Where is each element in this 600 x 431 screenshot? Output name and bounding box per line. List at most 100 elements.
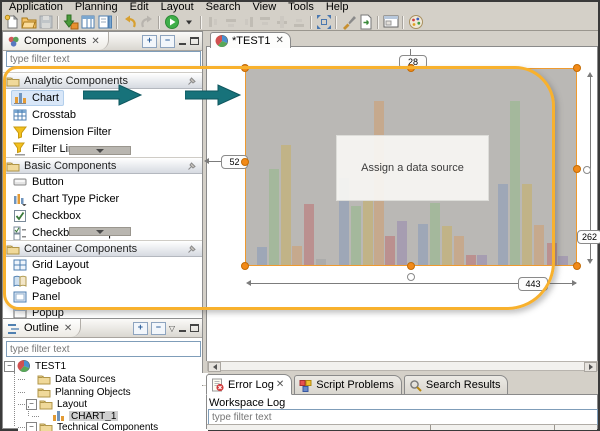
pin-icon[interactable] bbox=[187, 76, 197, 86]
outline-filter-input[interactable] bbox=[6, 341, 201, 357]
selection-handle[interactable] bbox=[241, 158, 249, 166]
selection-handle[interactable] bbox=[407, 64, 415, 72]
palette-item-crosstab[interactable]: Crosstab bbox=[3, 107, 202, 123]
palette-section-container-components[interactable]: Container Components bbox=[3, 240, 202, 257]
tree-folder-icon bbox=[39, 420, 53, 431]
pin-icon[interactable] bbox=[187, 161, 197, 171]
selection-handle[interactable] bbox=[241, 64, 249, 72]
palette-section-analytic-components[interactable]: Analytic Components bbox=[3, 72, 202, 89]
editor-hscrollbar[interactable] bbox=[207, 361, 598, 371]
outline-collapse-all-button[interactable]: − bbox=[151, 322, 166, 335]
palette-scroll-down-button[interactable] bbox=[69, 146, 131, 155]
tree-connector bbox=[32, 416, 39, 417]
palette-item-panel[interactable]: Panel bbox=[3, 289, 202, 305]
run-icon[interactable] bbox=[163, 14, 180, 30]
error-log-close-icon[interactable]: ✕ bbox=[276, 379, 284, 390]
align-middle-icon[interactable] bbox=[273, 14, 290, 30]
tree-item-technical-components[interactable]: −Technical Components bbox=[18, 421, 208, 431]
open-file-icon[interactable] bbox=[20, 14, 37, 30]
copy-view-icon[interactable] bbox=[96, 14, 113, 30]
selection-handle[interactable] bbox=[407, 262, 415, 270]
main-toolbar bbox=[3, 14, 424, 30]
format-brush-icon[interactable] bbox=[340, 14, 357, 30]
outline-maximize-button[interactable] bbox=[190, 324, 199, 332]
view-menu-icon[interactable]: ▽ bbox=[169, 324, 175, 333]
menu-edit[interactable]: Edit bbox=[124, 1, 155, 14]
tab-script-problems[interactable]: Script Problems bbox=[294, 375, 402, 395]
menu-layout[interactable]: Layout bbox=[155, 1, 200, 14]
left-margin-line bbox=[208, 161, 222, 162]
workspace-log-label: Workspace Log bbox=[209, 397, 285, 409]
fit-window-icon[interactable] bbox=[315, 14, 332, 30]
toolbar-separator bbox=[402, 16, 404, 29]
menu-search[interactable]: Search bbox=[200, 1, 247, 14]
height-dim-arrow-down bbox=[587, 259, 593, 264]
menu-tools[interactable]: Tools bbox=[282, 1, 320, 14]
palette-item-label: Checkbox bbox=[32, 210, 81, 222]
component-checkbox-icon bbox=[13, 209, 27, 223]
align-left-icon[interactable] bbox=[205, 14, 222, 30]
deploy-icon[interactable] bbox=[62, 14, 79, 30]
tab-search-results[interactable]: Search Results bbox=[404, 375, 509, 395]
palette-item-dimension-filter[interactable]: Dimension Filter bbox=[3, 124, 202, 140]
toolbar-separator bbox=[116, 16, 118, 29]
tree-expander-icon[interactable]: − bbox=[26, 422, 37, 431]
editor-tab-close-icon[interactable]: ✕ bbox=[276, 35, 284, 46]
outline-minimize-button[interactable] bbox=[178, 324, 187, 332]
palette-item-checkbox[interactable]: Checkbox bbox=[3, 208, 202, 224]
selection-handle[interactable] bbox=[573, 165, 581, 173]
window-layout-icon[interactable] bbox=[382, 14, 399, 30]
tree-item-label: CHART_1 bbox=[69, 411, 118, 422]
selection-handle[interactable] bbox=[573, 262, 581, 270]
tree-item-layout[interactable]: −Layout bbox=[18, 398, 208, 410]
resize-handle[interactable] bbox=[583, 166, 591, 174]
tree-item-test1[interactable]: −TEST1 bbox=[4, 360, 194, 372]
menu-view[interactable]: View bbox=[247, 1, 283, 14]
console-filter-input[interactable] bbox=[208, 409, 598, 425]
menu-help[interactable]: Help bbox=[320, 1, 355, 14]
tree-expander-icon[interactable]: − bbox=[4, 361, 15, 372]
pin-icon[interactable] bbox=[187, 244, 197, 254]
placeholder-bar bbox=[466, 255, 476, 265]
component-palette: Analytic ComponentsChartCrosstabDimensio… bbox=[3, 32, 202, 317]
placeholder-bar bbox=[292, 246, 302, 265]
toolbar-separator bbox=[310, 16, 312, 29]
align-top-icon[interactable] bbox=[256, 14, 273, 30]
palette-item-grid-layout[interactable]: Grid Layout bbox=[3, 257, 202, 273]
menu-application[interactable]: Application bbox=[3, 1, 69, 14]
editor-tab-test1[interactable]: *TEST1 ✕ bbox=[210, 32, 291, 48]
new-file-icon[interactable] bbox=[3, 14, 20, 30]
palette-item-chart-type-picker[interactable]: Chart Type Picker bbox=[3, 191, 202, 207]
palette-section-basic-components[interactable]: Basic Components bbox=[3, 157, 202, 174]
editor-tab-icon bbox=[215, 34, 229, 48]
undo-icon[interactable] bbox=[121, 14, 138, 30]
align-bottom-icon[interactable] bbox=[290, 14, 307, 30]
save-icon[interactable] bbox=[37, 14, 54, 30]
selection-handle[interactable] bbox=[241, 262, 249, 270]
resize-handle[interactable] bbox=[407, 273, 415, 281]
palette-item-pagebook[interactable]: Pagebook bbox=[3, 273, 202, 289]
align-center-icon[interactable] bbox=[222, 14, 239, 30]
outline-view-tab[interactable]: Outline ✕ bbox=[3, 319, 81, 337]
selection-handle[interactable] bbox=[573, 64, 581, 72]
palette-scroll-down-button[interactable] bbox=[69, 227, 131, 236]
scroll-right-button[interactable] bbox=[584, 362, 597, 372]
palette-icon[interactable] bbox=[407, 14, 424, 30]
palette-item-button[interactable]: Button bbox=[3, 174, 202, 190]
outline-close-icon[interactable]: ✕ bbox=[64, 323, 72, 334]
redo-icon[interactable] bbox=[138, 14, 155, 30]
chart-component[interactable]: Assign a data source bbox=[245, 68, 577, 266]
tree-item-data-sources[interactable]: Data Sources bbox=[18, 373, 208, 385]
outline-expand-all-button[interactable]: + bbox=[133, 322, 148, 335]
align-right-icon[interactable] bbox=[239, 14, 256, 30]
palette-section-label: Basic Components bbox=[24, 160, 116, 172]
scroll-left-button[interactable] bbox=[208, 362, 221, 372]
height-dim-label: 262 bbox=[577, 230, 600, 244]
menu-planning[interactable]: Planning bbox=[69, 1, 124, 14]
run-dropdown-icon[interactable] bbox=[180, 14, 197, 30]
palette-item-chart[interactable]: Chart bbox=[3, 90, 202, 106]
data-view-icon[interactable] bbox=[79, 14, 96, 30]
tab-error-log[interactable]: Error Log ✕ bbox=[206, 374, 292, 395]
editor-tab-label: *TEST1 bbox=[232, 35, 271, 47]
export-doc-icon[interactable] bbox=[357, 14, 374, 30]
